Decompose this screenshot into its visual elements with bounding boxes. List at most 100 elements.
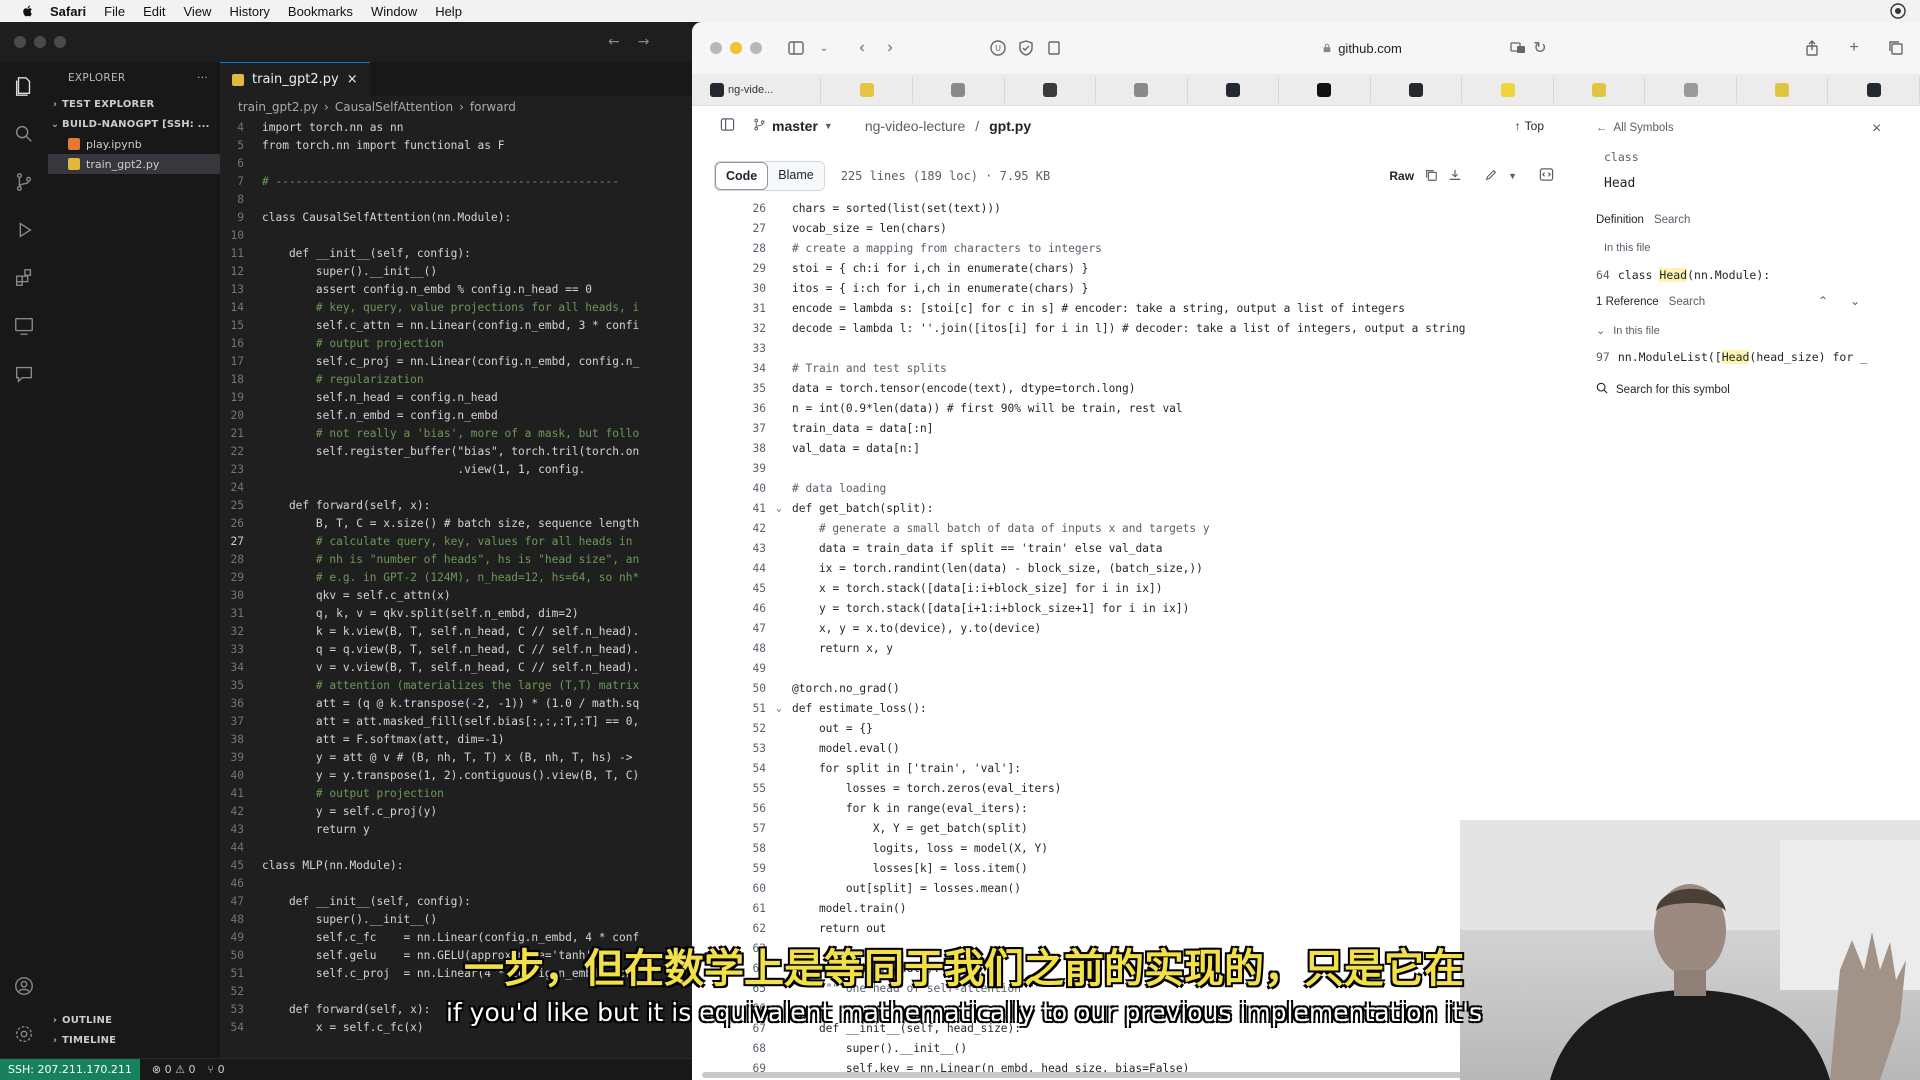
file-train-gpt2[interactable]: train_gpt2.py xyxy=(48,154,220,174)
code-line[interactable]: 20 self.n_embd = config.n_embd xyxy=(220,406,692,424)
references-in-file[interactable]: ⌄ In this file xyxy=(1596,324,1660,338)
code-line[interactable]: 44 xyxy=(220,838,692,856)
code-line[interactable]: 50 @torch.no_grad() xyxy=(692,678,1582,698)
share-icon[interactable] xyxy=(1798,34,1826,62)
all-symbols-link[interactable]: ← All Symbols xyxy=(1596,122,1674,134)
line-number[interactable]: 30 xyxy=(692,282,766,295)
breadcrumb-class[interactable]: CausalSelfAttention xyxy=(335,100,453,114)
code-line[interactable]: 23 .view(1, 1, config. xyxy=(220,460,692,478)
line-number[interactable]: 38 xyxy=(692,442,766,455)
close-window-button[interactable] xyxy=(710,42,722,54)
outline-section[interactable]: › OUTLINE xyxy=(48,1010,220,1030)
line-number[interactable]: 59 xyxy=(692,862,766,875)
download-icon[interactable] xyxy=(1448,168,1462,185)
vscode-zoom-dot[interactable] xyxy=(54,36,66,48)
line-number[interactable]: 57 xyxy=(692,822,766,835)
code-line[interactable]: 4 import torch.nn as nn xyxy=(220,118,692,136)
line-number[interactable]: 62 xyxy=(692,922,766,935)
code-line[interactable]: 38 att = F.softmax(att, dim=-1) xyxy=(220,730,692,748)
copy-icon[interactable] xyxy=(1424,168,1438,185)
remote-explorer-icon[interactable] xyxy=(0,302,48,350)
code-line[interactable]: 55 x = self.gelu(x) xyxy=(220,1036,692,1038)
code-line[interactable]: 40 # data loading xyxy=(692,478,1582,498)
zoom-window-button[interactable] xyxy=(750,42,762,54)
tab-train-gpt2[interactable]: train_gpt2.py × xyxy=(220,62,370,96)
line-number[interactable]: 33 xyxy=(692,342,766,355)
blame-view-button[interactable]: Blame xyxy=(768,162,824,190)
line-number[interactable]: 27 xyxy=(692,222,766,235)
run-debug-icon[interactable] xyxy=(0,206,48,254)
browser-tab[interactable] xyxy=(1279,76,1371,103)
menu-view[interactable]: View xyxy=(184,4,212,19)
menu-history[interactable]: History xyxy=(229,4,269,19)
line-number[interactable]: 49 xyxy=(692,662,766,675)
code-line[interactable]: 13 assert config.n_embd % config.n_head … xyxy=(220,280,692,298)
menu-edit[interactable]: Edit xyxy=(143,4,165,19)
privacy-shield-icon[interactable]: U xyxy=(984,34,1012,62)
code-line[interactable]: 33 xyxy=(692,338,1582,358)
line-number[interactable]: 52 xyxy=(692,722,766,735)
code-line[interactable]: 39 xyxy=(692,458,1582,478)
code-line[interactable]: 48 super().__init__() xyxy=(220,910,692,928)
new-tab-icon[interactable]: + xyxy=(1840,34,1868,62)
code-line[interactable]: 27 vocab_size = len(chars) xyxy=(692,218,1582,238)
symbols-panel-icon[interactable] xyxy=(1539,167,1554,185)
code-line[interactable]: 31 q, k, v = qkv.split(self.n_embd, dim=… xyxy=(220,604,692,622)
code-line[interactable]: 36 n = int(0.9*len(data)) # first 90% wil… xyxy=(692,398,1582,418)
line-number[interactable]: 54 xyxy=(692,762,766,775)
code-line[interactable]: 37 train_data = data[:n] xyxy=(692,418,1582,438)
timeline-section[interactable]: › TIMELINE xyxy=(48,1030,220,1050)
code-line[interactable]: 8 xyxy=(220,190,692,208)
line-number[interactable]: 37 xyxy=(692,422,766,435)
line-number[interactable]: 60 xyxy=(692,882,766,895)
forward-arrow-icon[interactable]: → xyxy=(638,34,650,50)
vscode-minimize-dot[interactable] xyxy=(34,36,46,48)
browser-tab[interactable] xyxy=(1828,76,1920,103)
breadcrumb-method[interactable]: forward xyxy=(470,100,516,114)
code-line[interactable]: 59 losses[k] = loss.item() xyxy=(692,858,1582,878)
code-line[interactable]: 12 super().__init__() xyxy=(220,262,692,280)
code-line[interactable]: 46 xyxy=(220,874,692,892)
browser-tab[interactable] xyxy=(1462,76,1554,103)
chevron-down-icon[interactable]: ▼ xyxy=(1508,171,1517,181)
line-number[interactable]: 43 xyxy=(692,542,766,555)
reference-result[interactable]: 97 nn.ModuleList([Head(head_size) for _ xyxy=(1596,350,1867,364)
search-icon[interactable] xyxy=(0,110,48,158)
code-line[interactable]: 38 val_data = data[n:] xyxy=(692,438,1582,458)
menu-window[interactable]: Window xyxy=(371,4,417,19)
top-button[interactable]: ↑ Top xyxy=(1515,119,1544,133)
code-line[interactable]: 15 self.c_attn = nn.Linear(config.n_embd… xyxy=(220,316,692,334)
edit-pencil-icon[interactable] xyxy=(1484,168,1498,185)
line-number[interactable]: 34 xyxy=(692,362,766,375)
line-number[interactable]: 44 xyxy=(692,562,766,575)
breadcrumb-repo[interactable]: ng-video-lecture xyxy=(865,118,965,134)
code-line[interactable]: 47 x, y = x.to(device), y.to(device) xyxy=(692,618,1582,638)
code-line[interactable]: 47 def __init__(self, config): xyxy=(220,892,692,910)
definition-search-link[interactable]: Search xyxy=(1654,214,1690,226)
back-chevron-icon[interactable]: ‹ xyxy=(848,34,876,62)
code-line[interactable]: 31 encode = lambda s: [stoi[c] for c in s… xyxy=(692,298,1582,318)
code-line[interactable]: 25 def forward(self, x): xyxy=(220,496,692,514)
workspace-section[interactable]: ⌄ BUILD-NANOGPT [SSH: ... xyxy=(48,114,220,134)
app-name[interactable]: Safari xyxy=(50,4,86,19)
account-icon[interactable] xyxy=(0,962,48,1010)
definition-result[interactable]: 64 class Head(nn.Module): xyxy=(1596,268,1770,282)
ports-indicator[interactable]: ⑂ 0 xyxy=(208,1063,225,1076)
close-tab-icon[interactable]: × xyxy=(347,72,358,87)
code-line[interactable]: 42 # generate a small batch of data of i… xyxy=(692,518,1582,538)
code-line[interactable]: 11 def __init__(self, config): xyxy=(220,244,692,262)
close-symbols-icon[interactable]: × xyxy=(1872,120,1881,138)
line-number[interactable]: 68 xyxy=(692,1042,766,1055)
line-number[interactable]: 50 xyxy=(692,682,766,695)
code-line[interactable]: 55 losses = torch.zeros(eval_iters) xyxy=(692,778,1582,798)
line-number[interactable]: 58 xyxy=(692,842,766,855)
code-line[interactable]: 26 chars = sorted(list(set(text))) xyxy=(692,198,1582,218)
code-line[interactable]: 21 # not really a 'bias', more of a mask… xyxy=(220,424,692,442)
code-line[interactable]: 42 y = self.c_proj(y) xyxy=(220,802,692,820)
code-line[interactable]: 35 # attention (materializes the large (… xyxy=(220,676,692,694)
code-line[interactable]: 27 # calculate query, key, values for al… xyxy=(220,532,692,550)
code-line[interactable]: 32 k = k.view(B, T, self.n_head, C // se… xyxy=(220,622,692,640)
fold-chevron-icon[interactable]: ⌄ xyxy=(766,503,792,514)
horizontal-scrollbar[interactable] xyxy=(702,1072,1562,1078)
code-line[interactable]: 40 y = y.transpose(1, 2).contiguous().vi… xyxy=(220,766,692,784)
